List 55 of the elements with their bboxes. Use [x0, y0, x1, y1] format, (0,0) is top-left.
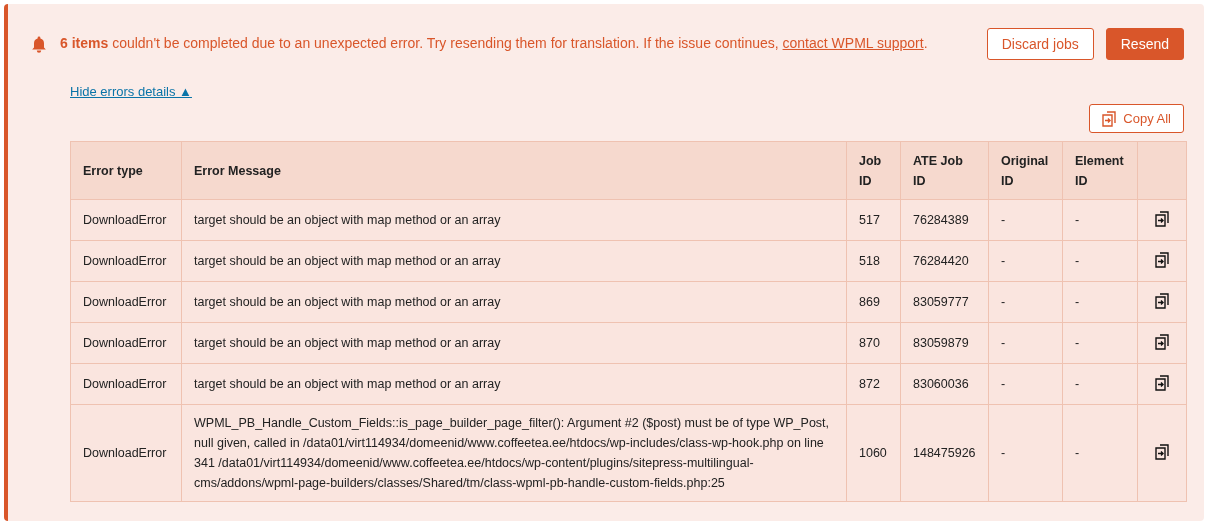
table-cell: DownloadError: [70, 404, 182, 502]
copy-icon[interactable]: [1154, 292, 1170, 309]
table-cell: -: [1062, 240, 1138, 282]
column-header: Error Message: [181, 141, 847, 200]
table-cell: target should be an object with map method or an array: [181, 199, 847, 241]
table-cell: 870: [846, 322, 901, 364]
copy-all-button[interactable]: Copy All: [1089, 104, 1184, 133]
table-cell: 517: [846, 199, 901, 241]
resend-button[interactable]: Resend: [1105, 28, 1184, 60]
table-cell: WPML_PB_Handle_Custom_Fields::is_page_builder_page_filter(): Argument #2 ($post) must be of type WP_Post, null given, called in /data01/virt114934/domeenid/www.coffeetea.ee/htdocs/wp-includes/class-wp-hook.php on line 341 /data01/virt114934/domeenid/www.coffeetea.ee/htdocs/wp-content/plugins/sitepress-multilingual-cms/addons/wpml-page-builders/classes/Shared/tm/class-wpml-pb-handle-custom-fields.php:25: [181, 404, 847, 502]
table-cell: 148475926: [900, 404, 989, 502]
column-header: Error type: [70, 141, 182, 200]
table-cell: DownloadError: [70, 240, 182, 282]
table-cell: target should be an object with map method or an array: [181, 322, 847, 364]
table-cell: -: [988, 240, 1063, 282]
table-cell: 83060036: [900, 363, 989, 405]
table-cell: -: [1062, 199, 1138, 241]
table-cell: -: [988, 199, 1063, 241]
table-cell: 872: [846, 363, 901, 405]
table-cell: 83059879: [900, 322, 989, 364]
table-cell: 76284420: [900, 240, 989, 282]
table-cell: -: [988, 281, 1063, 323]
copy-icon[interactable]: [1154, 210, 1170, 227]
table-cell: 76284389: [900, 199, 989, 241]
copy-icon[interactable]: [1154, 443, 1170, 460]
column-header: Original ID: [988, 141, 1063, 200]
error-message: 6 items couldn't be completed due to an unexpected error. Try resending them for translation. If the issue continues, contact WPML support.: [60, 34, 929, 52]
copy-icon[interactable]: [1154, 374, 1170, 391]
column-header: Job ID: [846, 141, 901, 200]
table-cell: -: [1062, 363, 1138, 405]
bell-icon: [30, 35, 48, 53]
discard-button[interactable]: Discard jobs: [986, 28, 1094, 60]
column-header: Element ID: [1062, 141, 1138, 200]
table-cell: -: [1062, 322, 1138, 364]
column-header: ATE Job ID: [900, 141, 989, 200]
table-cell: -: [988, 404, 1063, 502]
table-cell: DownloadError: [70, 322, 182, 364]
table-cell: 518: [846, 240, 901, 282]
table-cell: target should be an object with map method or an array: [181, 363, 847, 405]
table-cell: DownloadError: [70, 281, 182, 323]
copy-icon[interactable]: [1154, 333, 1170, 350]
table-cell: -: [988, 322, 1063, 364]
table-cell: -: [1062, 404, 1138, 502]
hide-details-link[interactable]: Hide errors details ▲: [70, 84, 192, 99]
table-cell: target should be an object with map method or an array: [181, 240, 847, 282]
table-cell: -: [988, 363, 1063, 405]
table-cell: 869: [846, 281, 901, 323]
table-cell: DownloadError: [70, 363, 182, 405]
table-cell: DownloadError: [70, 199, 182, 241]
copy-icon[interactable]: [1154, 251, 1170, 268]
table-cell: 83059777: [900, 281, 989, 323]
table-cell: target should be an object with map method or an array: [181, 281, 847, 323]
support-link[interactable]: contact WPML support: [782, 35, 924, 51]
table-cell: -: [1062, 281, 1138, 323]
table-cell: 1060: [846, 404, 901, 502]
